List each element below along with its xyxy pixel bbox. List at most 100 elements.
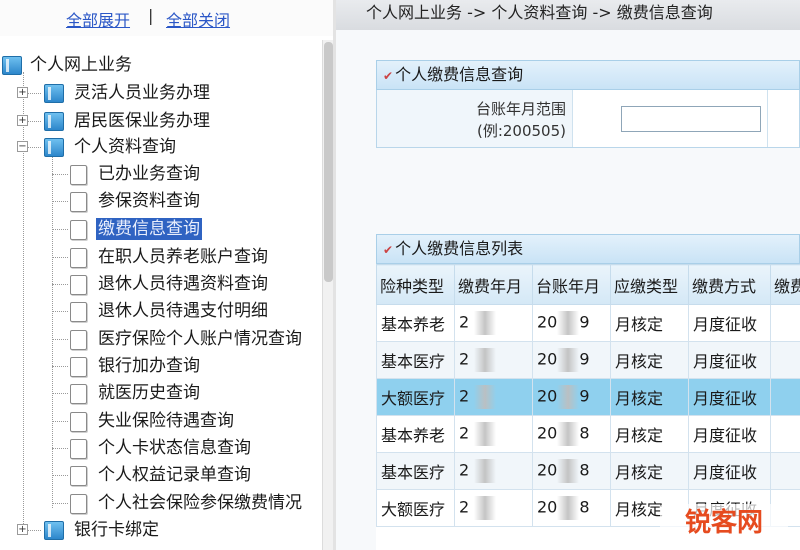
tree-child-node[interactable]: 退休人员待遇资料查询 (0, 271, 322, 297)
due-type-cell: 月核定 (610, 341, 689, 379)
document-icon (70, 275, 87, 295)
due-type-cell: 月核定 (610, 415, 689, 453)
tree-child-node-selected[interactable]: 缴费信息查询 (0, 216, 322, 242)
column-header-payment[interactable]: 缴费 (770, 264, 800, 305)
folder-book-icon (2, 56, 22, 75)
payment-month-cell: 2 (454, 304, 533, 342)
tree-scrollbar[interactable] (322, 40, 333, 550)
tree-node-root[interactable]: 个人网上业务 (0, 52, 322, 78)
ledger-month-cell: 20 9 (532, 341, 611, 379)
column-header-due-type[interactable]: 应缴类型 (610, 264, 689, 305)
expand-all-link[interactable]: 全部展开 (66, 7, 130, 31)
cell-text: 20 (537, 349, 558, 369)
redacted-area (474, 496, 497, 520)
tree-child-label[interactable]: 个人社会保险参保缴费情况 (98, 490, 302, 516)
tree-child-node[interactable]: 参保资料查询 (0, 188, 322, 214)
table-row[interactable]: 基本养老 2 20 8 月核定 月度征收 (376, 415, 800, 453)
ledger-month-cell: 20 9 (532, 378, 611, 416)
date-range-input[interactable] (621, 106, 761, 132)
tree-node-label[interactable]: 个人资料查询 (74, 134, 176, 160)
column-header-insurance-type[interactable]: 险种类型 (376, 264, 455, 305)
document-icon (70, 384, 87, 404)
tree-child-node[interactable]: 在职人员养老账户查询 (0, 244, 322, 270)
document-icon (70, 248, 87, 268)
expand-plus-icon[interactable]: + (17, 87, 28, 98)
tree-child-node[interactable]: 已办业务查询 (0, 161, 322, 187)
insurance-type-cell: 基本医疗 (376, 341, 455, 379)
tree-child-node[interactable]: 失业保险待遇查询 (0, 408, 322, 434)
list-section-header: ✔ 个人缴费信息列表 (376, 234, 800, 264)
table-header-row: 险种类型 缴费年月 台账年月 应缴类型 缴费方式 缴费 (376, 264, 800, 305)
table-row[interactable]: 基本医疗 2 20 9 月核定 月度征收 (376, 341, 800, 379)
tree-child-label[interactable]: 在职人员养老账户查询 (98, 244, 268, 270)
table-row[interactable]: 基本医疗 2 20 8 月核定 月度征收 (376, 452, 800, 490)
payment-method-cell: 月度征收 (688, 452, 771, 490)
collapse-minus-icon[interactable]: − (17, 141, 28, 152)
payment-cell (770, 304, 800, 342)
tree-child-label[interactable]: 退休人员待遇支付明细 (98, 298, 268, 324)
expand-plus-icon[interactable]: + (17, 115, 28, 126)
tree-connector-line (52, 311, 68, 312)
column-header-ledger-month[interactable]: 台账年月 (532, 264, 611, 305)
tree-child-label[interactable]: 缴费信息查询 (96, 218, 202, 240)
scrollbar-thumb[interactable] (324, 42, 333, 282)
tree-child-label[interactable]: 失业保险待遇查询 (98, 408, 234, 434)
tree-child-node[interactable]: 退休人员待遇支付明细 (0, 298, 322, 324)
tree-child-label[interactable]: 银行加办查询 (98, 353, 200, 379)
tree-node-label[interactable]: 居民医保业务办理 (74, 108, 210, 134)
document-icon (70, 412, 87, 432)
list-section-title: 个人缴费信息列表 (395, 239, 524, 258)
query-form: 台账年月范围 (例:200505) (376, 90, 800, 148)
redacted-area (557, 496, 580, 520)
document-icon (70, 330, 87, 350)
tree-node-label[interactable]: 灵活人员业务办理 (74, 80, 210, 106)
tree-child-label[interactable]: 医疗保险个人账户情况查询 (98, 326, 302, 352)
collapse-all-link[interactable]: 全部关闭 (166, 7, 230, 31)
tree-node-personal-info[interactable]: − 个人资料查询 (0, 134, 322, 160)
tree-child-label[interactable]: 个人权益记录单查询 (98, 462, 251, 488)
tree-node-label[interactable]: 个人网上业务 (30, 52, 132, 78)
tree-child-node[interactable]: 个人社会保险参保缴费情况 (0, 490, 322, 516)
tree-child-node[interactable]: 个人卡状态信息查询 (0, 435, 322, 461)
tree-child-label[interactable]: 就医历史查询 (98, 380, 200, 406)
tree-child-label[interactable]: 参保资料查询 (98, 188, 200, 214)
tree-child-label[interactable]: 个人卡状态信息查询 (98, 435, 251, 461)
query-section-title: 个人缴费信息查询 (395, 65, 524, 84)
tree-node-label[interactable]: 银行卡绑定 (74, 517, 159, 543)
payment-cell (770, 452, 800, 490)
main-content: 个人网上业务 -> 个人资料查询 -> 缴费信息查询 ✔ 个人缴费信息查询 台账年… (336, 0, 800, 550)
tree-child-node[interactable]: 医疗保险个人账户情况查询 (0, 326, 322, 352)
ledger-month-cell: 20 8 (532, 452, 611, 490)
tree-connector-line (52, 284, 68, 285)
tree-child-label[interactable]: 退休人员待遇资料查询 (98, 271, 268, 297)
table-row[interactable]: 基本养老 2 20 9 月核定 月度征收 (376, 304, 800, 342)
expand-plus-icon[interactable]: + (17, 524, 28, 535)
redacted-area (557, 385, 580, 409)
redacted-area (474, 385, 497, 409)
tree-connector-line (52, 174, 68, 175)
cell-text: 8 (579, 460, 590, 480)
due-type-cell: 月核定 (610, 304, 689, 342)
table-row-selected[interactable]: 大额医疗 2 20 9 月核定 月度征收 (376, 378, 800, 416)
tree-node-bank-card[interactable]: + 银行卡绑定 (0, 517, 322, 543)
tree-child-node[interactable]: 银行加办查询 (0, 353, 322, 379)
cell-text: 8 (579, 497, 590, 517)
toolbar-separator: | (148, 6, 154, 25)
date-range-label: 台账年月范围 (475, 100, 566, 118)
cell-text: 9 (579, 349, 590, 369)
tree-child-label[interactable]: 已办业务查询 (98, 161, 200, 187)
column-header-payment-month[interactable]: 缴费年月 (454, 264, 533, 305)
due-type-cell: 月核定 (610, 452, 689, 490)
document-icon (70, 302, 87, 322)
navigation-tree: 个人网上业务 + 灵活人员业务办理 + 居民医保业务办理 − 个人资料查询 已办… (0, 44, 322, 550)
tree-child-node[interactable]: 个人权益记录单查询 (0, 462, 322, 488)
cell-text: 9 (579, 312, 590, 332)
cell-text: 2 (459, 349, 470, 369)
payment-table: 险种类型 缴费年月 台账年月 应缴类型 缴费方式 缴费 基本养老 2 20 9 月… (376, 264, 800, 527)
redacted-area (474, 422, 497, 446)
tree-node-flexible-staff[interactable]: + 灵活人员业务办理 (0, 80, 322, 106)
column-header-payment-method[interactable]: 缴费方式 (688, 264, 771, 305)
tree-child-node[interactable]: 就医历史查询 (0, 380, 322, 406)
payment-month-cell: 2 (454, 378, 533, 416)
tree-node-resident-medical[interactable]: + 居民医保业务办理 (0, 108, 322, 134)
